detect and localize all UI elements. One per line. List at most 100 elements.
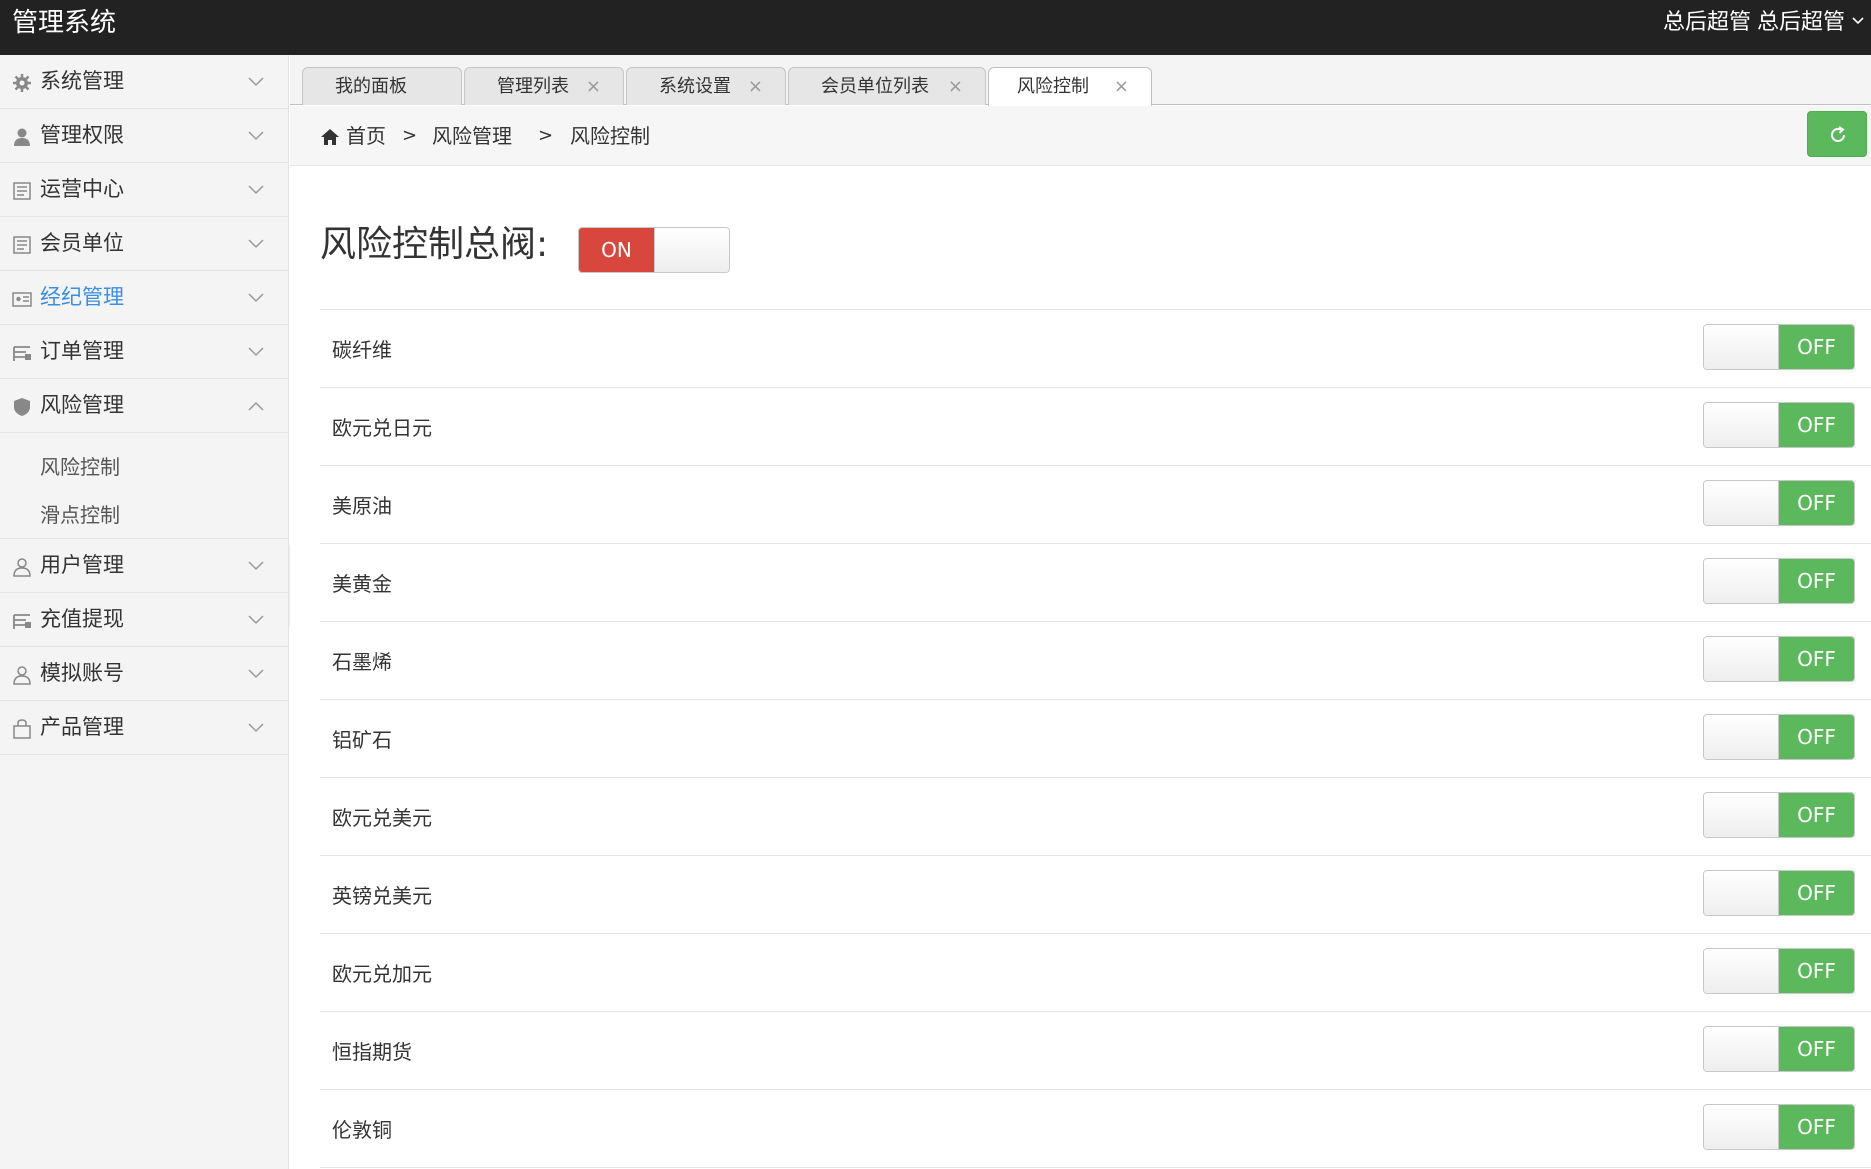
product-risk-switch[interactable]: OFF [1703,714,1855,760]
chevron-down-icon [248,185,264,195]
sidebar-item-brokerage[interactable]: 经纪管理 [0,271,288,325]
sidebar-item-member-units[interactable]: 会员单位 [0,217,288,271]
chevron-down-icon [248,561,264,571]
sidebar-item-label: 充值提现 [40,607,124,631]
breadcrumb-separator: > [402,125,418,146]
product-name: 美原油 [332,494,392,518]
sidebar-item-risk-management[interactable]: 风险管理 [0,379,288,433]
tab-member-unit-list[interactable]: 会员单位列表 × [788,67,986,105]
document-icon [13,236,31,254]
product-risk-switch[interactable]: OFF [1703,870,1855,916]
switch-state: OFF [1779,1105,1854,1149]
switch-handle [1704,481,1779,525]
switch-handle [1704,403,1779,447]
switch-state: OFF [1779,715,1854,759]
app-title: 管理系统 [12,8,117,38]
list-item: 恒指期货 OFF [320,1012,1871,1090]
close-icon[interactable]: × [586,77,601,97]
list-item: 美黄金 OFF [320,544,1871,622]
product-name: 美黄金 [332,572,392,596]
breadcrumb-separator: > [538,125,554,146]
sidebar-item-label: 系统管理 [40,69,124,93]
sidebar-item-orders[interactable]: 订单管理 [0,325,288,379]
switch-state: OFF [1779,1027,1854,1071]
switch-state: OFF [1779,871,1854,915]
switch-handle [1704,1027,1779,1071]
product-name: 铝矿石 [332,728,392,752]
sidebar-item-users[interactable]: 用户管理 [0,539,288,593]
switch-state: OFF [1779,559,1854,603]
product-name: 伦敦铜 [332,1118,392,1142]
breadcrumb-home[interactable]: 首页 [346,123,386,149]
list-item: 石墨烯 OFF [320,622,1871,700]
sidebar-item-deposit-withdraw[interactable]: 充值提现 [0,593,288,647]
sidebar-subitem-risk-control[interactable]: 风险控制 [0,443,288,491]
sidebar-subitem-slippage-control[interactable]: 滑点控制 [0,491,288,539]
id-card-icon [12,292,32,307]
gear-icon [13,74,31,92]
switch-handle [1704,871,1779,915]
main-content: 风险控制总阀: ON 碳纤维 OFF 欧元兑日元 OFF 美原油 OFF 美黄金… [290,167,1871,1169]
switch-handle [1704,715,1779,759]
sidebar-item-operations[interactable]: 运营中心 [0,163,288,217]
product-risk-switch[interactable]: OFF [1703,480,1855,526]
product-risk-switch[interactable]: OFF [1703,324,1855,370]
sidebar-item-label: 经纪管理 [40,285,124,309]
list-item: 欧元兑美元 OFF [320,778,1871,856]
list-item: 欧元兑日元 OFF [320,388,1871,466]
list-icon [13,614,31,629]
list-item: 美原油 OFF [320,466,1871,544]
sidebar-item-label: 用户管理 [40,553,124,577]
user-outline-icon [13,666,31,685]
master-risk-switch[interactable]: ON [578,227,730,273]
switch-handle [1704,1105,1779,1149]
sidebar-item-demo-accounts[interactable]: 模拟账号 [0,647,288,701]
product-risk-switch[interactable]: OFF [1703,1104,1855,1150]
switch-state: ON [579,228,654,272]
sidebar-item-products[interactable]: 产品管理 [0,701,288,755]
user-menu[interactable]: 总后超管 [1757,10,1845,36]
chevron-down-icon [248,669,264,679]
breadcrumb-risk-management[interactable]: 风险管理 [432,123,512,149]
switch-handle [1704,949,1779,993]
close-icon[interactable]: × [748,77,763,97]
product-name: 欧元兑日元 [332,416,432,440]
chevron-up-icon [248,401,264,411]
chevron-down-icon [248,347,264,357]
switch-state: OFF [1779,403,1854,447]
list-icon [13,346,31,361]
tab-label: 风险控制 [1017,76,1089,97]
product-name: 欧元兑加元 [332,962,432,986]
product-name: 碳纤维 [332,338,392,362]
sidebar-item-label: 风险管理 [40,393,124,417]
product-risk-switch[interactable]: OFF [1703,402,1855,448]
close-icon[interactable]: × [948,77,963,97]
tab-system-settings[interactable]: 系统设置 × [626,67,786,105]
tab-label: 我的面板 [335,76,407,97]
tab-admin-list[interactable]: 管理列表 × [464,67,624,105]
product-risk-switch[interactable]: OFF [1703,1026,1855,1072]
tab-risk-control[interactable]: 风险控制 × [988,67,1152,106]
refresh-icon [1831,126,1845,142]
list-item: 碳纤维 OFF [320,310,1871,388]
list-item: 铝矿石 OFF [320,700,1871,778]
chevron-down-icon[interactable] [1851,14,1865,28]
tab-label: 系统设置 [659,76,731,97]
product-risk-switch[interactable]: OFF [1703,948,1855,994]
list-item: 伦敦铜 OFF [320,1090,1871,1168]
user-outline-icon [13,558,31,577]
close-icon[interactable]: × [1114,77,1129,97]
sidebar-item-label: 会员单位 [40,231,124,255]
refresh-button[interactable] [1807,111,1867,157]
product-risk-switch[interactable]: OFF [1703,636,1855,682]
sidebar-item-permissions[interactable]: 管理权限 [0,109,288,163]
product-risk-switch[interactable]: OFF [1703,792,1855,838]
product-risk-switch[interactable]: OFF [1703,558,1855,604]
sidebar-item-system[interactable]: 系统管理 [0,55,288,109]
sidebar-item-label: 模拟账号 [40,661,124,685]
risk-submenu: 风险控制 滑点控制 [0,433,288,539]
tab-my-dashboard[interactable]: 我的面板 [302,67,462,105]
product-name: 石墨烯 [332,650,392,674]
chevron-down-icon [248,293,264,303]
switch-handle [1704,325,1779,369]
